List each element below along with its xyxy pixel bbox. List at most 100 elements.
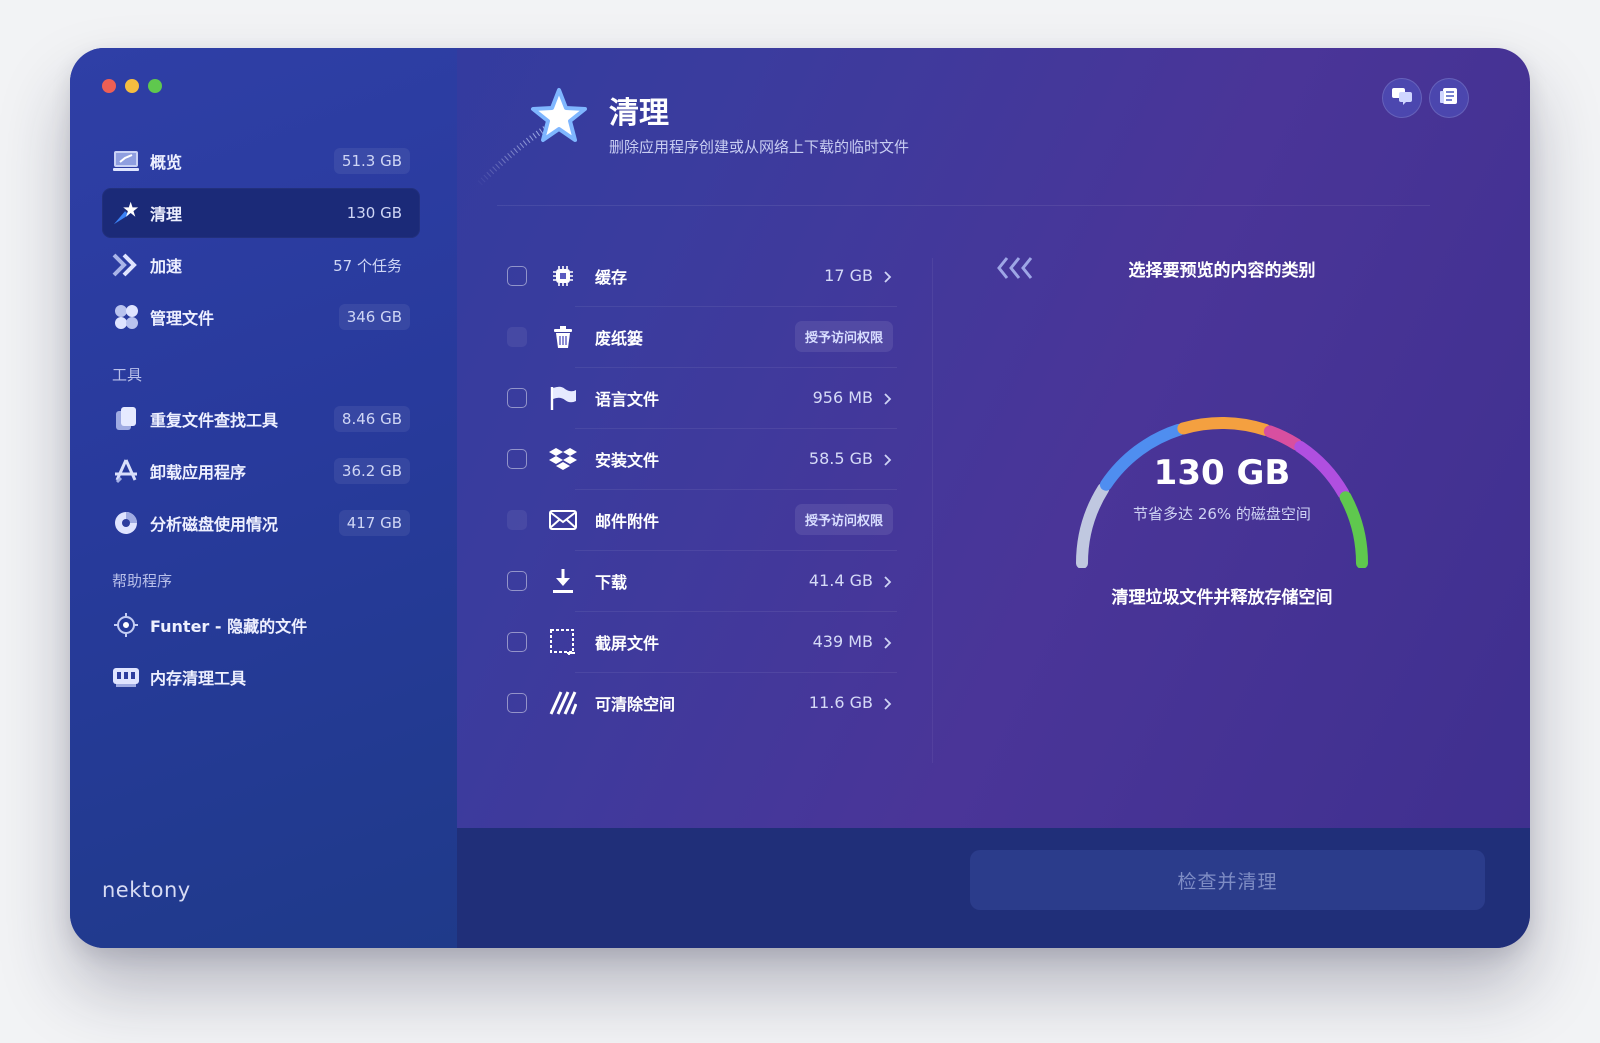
category-checkbox xyxy=(507,326,527,347)
footer-bar: 检查并清理 xyxy=(457,828,1530,948)
gauge-segment xyxy=(1076,482,1110,568)
screenshot-icon xyxy=(549,628,577,656)
chevron-right-icon[interactable] xyxy=(883,269,893,283)
category-row-mail-attachments[interactable]: 邮件附件 授予访问权限 xyxy=(497,489,897,550)
trash-icon xyxy=(549,323,577,351)
app-window: 概览 51.3 GB 清理 130 GB 加速 57 个任务 管理文件 346 … xyxy=(70,48,1530,948)
cleanup-icon xyxy=(112,199,140,227)
category-checkbox[interactable] xyxy=(507,448,527,469)
close-window-button[interactable] xyxy=(102,79,116,93)
sidebar-item-overview[interactable]: 概览 51.3 GB xyxy=(102,136,420,186)
gauge-segment xyxy=(1263,425,1303,451)
review-and-clean-button[interactable]: 检查并清理 xyxy=(970,850,1485,910)
uninstall-icon xyxy=(112,457,140,485)
sidebar: 概览 51.3 GB 清理 130 GB 加速 57 个任务 管理文件 346 … xyxy=(70,48,457,948)
sidebar-item-memory-cleaner[interactable]: 内存清理工具 xyxy=(102,652,420,702)
sidebar-item-label: 加速 xyxy=(150,257,183,276)
sidebar-item-label: 分析磁盘使用情况 xyxy=(150,515,279,534)
size-badge: 51.3 GB xyxy=(333,148,410,174)
sidebar-item-label: 重复文件查找工具 xyxy=(150,411,279,430)
gauge-value: 130 GB xyxy=(1153,453,1291,493)
category-checkbox[interactable] xyxy=(507,387,527,408)
zoom-window-button[interactable] xyxy=(148,79,162,93)
star-icon xyxy=(474,76,597,196)
gauge-segment xyxy=(1177,417,1272,436)
category-row-cache[interactable]: 缓存 17 GB xyxy=(497,245,897,306)
header-divider xyxy=(497,205,1430,206)
sidebar-item-duplicate-finder[interactable]: 重复文件查找工具 8.46 GB xyxy=(102,394,420,444)
tools-section-label: 工具 xyxy=(112,366,143,384)
panel-divider xyxy=(932,258,933,763)
category-row-language-files[interactable]: 语言文件 956 MB xyxy=(497,367,897,428)
sidebar-item-label: 概览 xyxy=(150,153,183,172)
category-list: 缓存 17 GB 废纸篓 授予访问权限 语言文件 956 MB 安装文件 58.… xyxy=(497,245,897,733)
sidebar-item-label: 清理 xyxy=(150,205,183,224)
minimize-window-button[interactable] xyxy=(125,79,139,93)
chat-bubbles-icon xyxy=(1391,86,1413,110)
chevron-right-icon[interactable] xyxy=(883,574,893,588)
category-label: 邮件附件 xyxy=(595,511,660,531)
sidebar-item-cleanup[interactable]: 清理 130 GB xyxy=(102,188,420,238)
category-size: 956 MB xyxy=(812,388,873,407)
sidebar-item-funter[interactable]: Funter - 隐藏的文件 xyxy=(102,600,420,650)
category-checkbox[interactable] xyxy=(507,692,527,713)
category-checkbox[interactable] xyxy=(507,265,527,286)
flag-icon xyxy=(549,384,577,412)
category-checkbox[interactable] xyxy=(507,570,527,591)
chevron-right-icon[interactable] xyxy=(883,635,893,649)
category-size: 11.6 GB xyxy=(808,693,873,712)
category-row-screenshots[interactable]: 截屏文件 439 MB xyxy=(497,611,897,672)
gauge-subtitle: 节省多达 26% 的磁盘空间 xyxy=(1133,505,1311,523)
speedup-icon xyxy=(112,251,140,279)
cpu-cache-icon xyxy=(549,262,577,290)
sidebar-item-uninstaller[interactable]: 卸载应用程序 36.2 GB xyxy=(102,446,420,496)
category-size: 17 GB xyxy=(824,266,873,285)
funter-icon xyxy=(112,611,140,639)
chevron-right-icon[interactable] xyxy=(883,391,893,405)
report-button[interactable] xyxy=(1429,78,1469,118)
disk-usage-icon xyxy=(112,509,140,537)
sidebar-item-speedup[interactable]: 加速 57 个任务 xyxy=(102,240,420,290)
category-label: 废纸篓 xyxy=(595,328,644,348)
category-label: 语言文件 xyxy=(595,389,660,409)
category-checkbox[interactable] xyxy=(507,631,527,652)
category-row-purgeable-space[interactable]: 可清除空间 11.6 GB xyxy=(497,672,897,733)
dropbox-icon xyxy=(549,445,577,473)
category-row-downloads[interactable]: 下载 41.4 GB xyxy=(497,550,897,611)
grant-access-button[interactable]: 授予访问权限 xyxy=(794,504,893,535)
page-subtitle: 删除应用程序创建或从网络上下载的临时文件 xyxy=(609,138,910,156)
category-checkbox xyxy=(507,509,527,530)
size-badge: 8.46 GB xyxy=(333,406,410,432)
category-label: 下载 xyxy=(595,572,628,592)
chevron-right-icon[interactable] xyxy=(883,452,893,466)
preview-caption: 清理垃圾文件并释放存储空间 xyxy=(1111,588,1333,608)
size-badge: 346 GB xyxy=(338,304,410,330)
category-row-trash[interactable]: 废纸篓 授予访问权限 xyxy=(497,306,897,367)
sidebar-item-label: 卸载应用程序 xyxy=(150,463,247,482)
category-size: 439 MB xyxy=(812,632,873,651)
category-label: 可清除空间 xyxy=(595,694,676,714)
triple-chevron-left-icon xyxy=(995,253,1041,283)
feedback-button[interactable] xyxy=(1382,78,1422,118)
download-icon xyxy=(549,567,577,595)
window-controls xyxy=(102,79,162,93)
mail-icon xyxy=(549,506,577,534)
sidebar-item-manage-files[interactable]: 管理文件 346 GB xyxy=(102,292,420,342)
category-label: 缓存 xyxy=(595,267,628,287)
category-label: 安装文件 xyxy=(595,450,660,470)
category-label: 截屏文件 xyxy=(595,633,660,653)
manage-files-icon xyxy=(112,303,140,331)
task-count-badge: 57 个任务 xyxy=(333,256,402,275)
grant-access-button[interactable]: 授予访问权限 xyxy=(794,321,893,352)
category-row-install-files[interactable]: 安装文件 58.5 GB xyxy=(497,428,897,489)
sidebar-item-label: 管理文件 xyxy=(150,309,215,328)
overview-icon xyxy=(112,147,140,175)
size-badge: 417 GB xyxy=(338,510,410,536)
memory-icon xyxy=(112,663,140,691)
category-size: 58.5 GB xyxy=(808,449,873,468)
chevron-right-icon[interactable] xyxy=(883,696,893,710)
sidebar-item-disk-usage[interactable]: 分析磁盘使用情况 417 GB xyxy=(102,498,420,548)
preview-hint: 选择要预览的内容的类别 xyxy=(1128,261,1316,281)
main-content: 清理 删除应用程序创建或从网络上下载的临时文件 缓存 17 GB 废纸篓 授予访… xyxy=(457,48,1530,948)
helpers-section-label: 帮助程序 xyxy=(112,572,173,590)
